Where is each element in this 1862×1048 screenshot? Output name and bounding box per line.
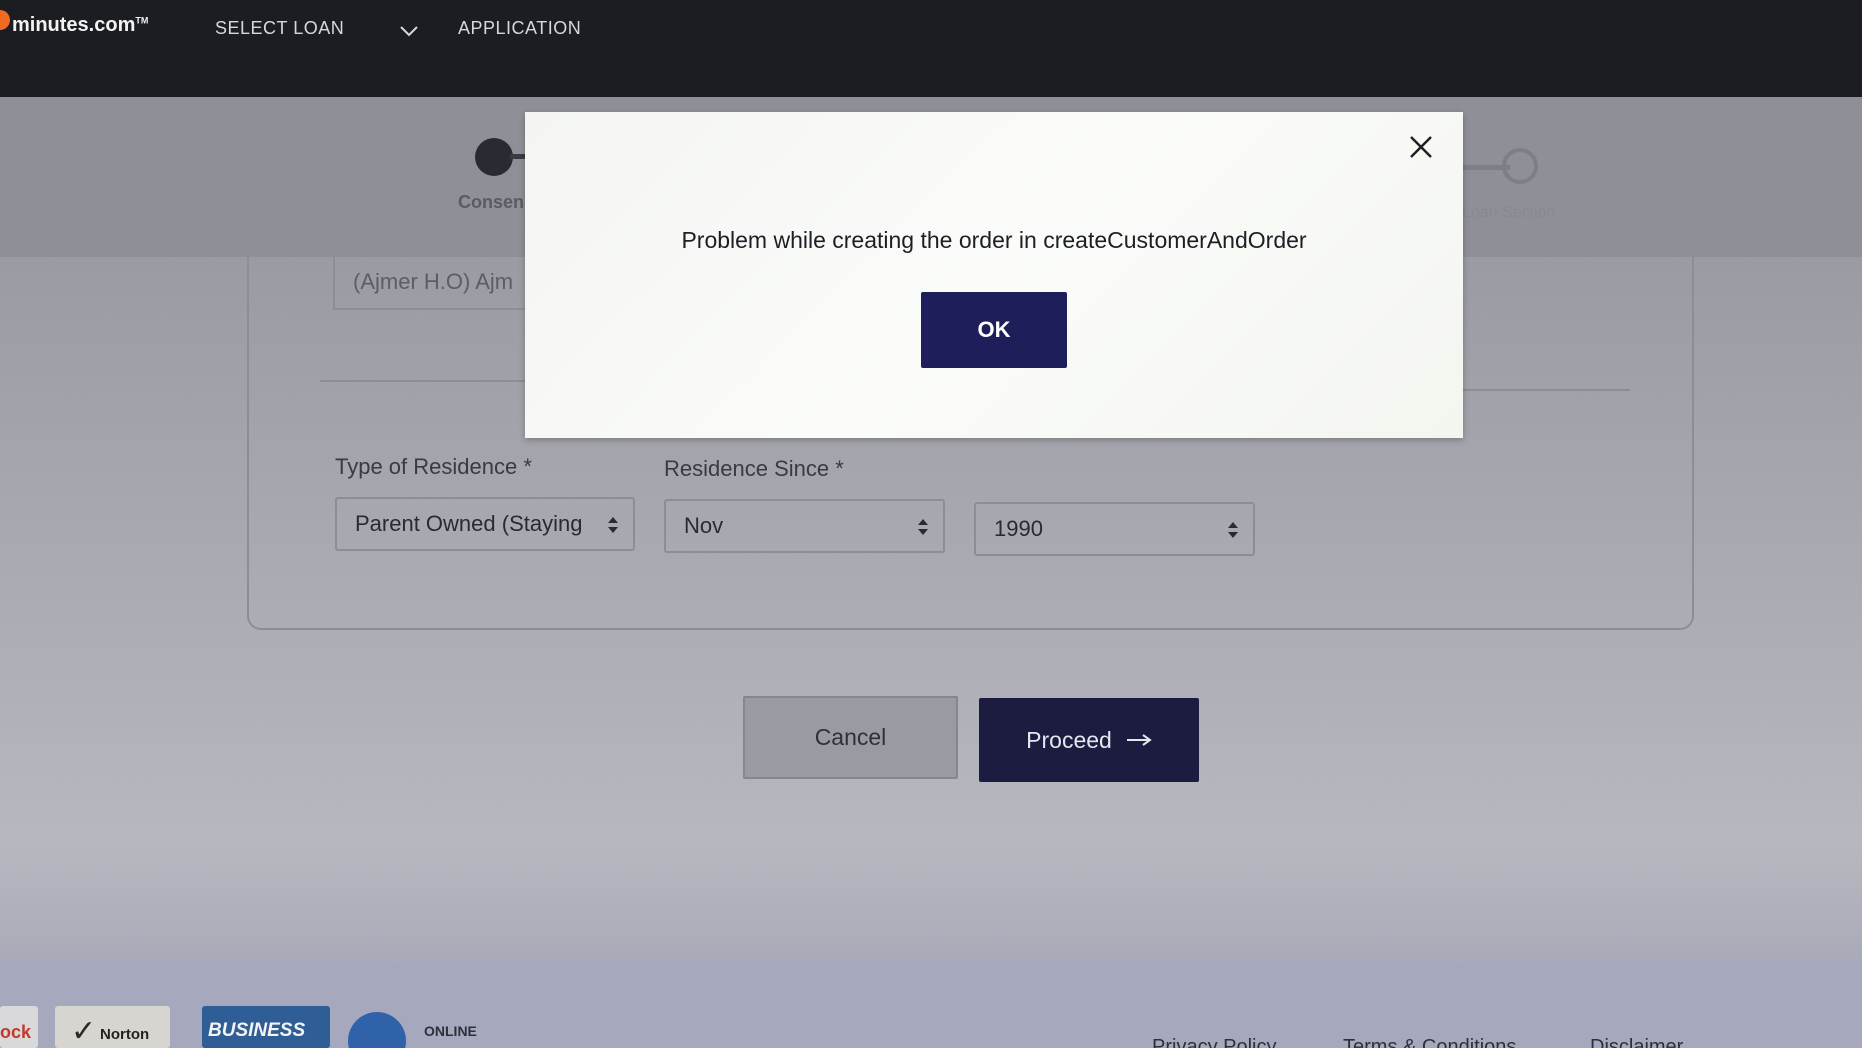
type-of-residence-select[interactable]: Parent Owned (Staying	[335, 497, 635, 551]
footer-link-privacy-policy[interactable]: Privacy Policy	[1152, 1036, 1276, 1048]
logo-trademark: TM	[135, 15, 149, 26]
residence-since-month-value: Nov	[684, 513, 724, 538]
proceed-button[interactable]: Proceed	[979, 698, 1199, 782]
nav-application[interactable]: APPLICATION	[458, 18, 581, 39]
cancel-button[interactable]: Cancel	[743, 696, 958, 779]
business-badge-text: BUSINESS	[208, 1020, 306, 1041]
lock-badge-text: ock	[0, 1022, 32, 1042]
select-updown-icon	[1228, 522, 1238, 538]
step-indicator-pending	[1502, 148, 1538, 184]
norton-secured-badge[interactable]: ✓ Norton	[55, 1006, 170, 1048]
nav-select-loan[interactable]: SELECT LOAN	[215, 18, 344, 39]
step-label-loan-section: Loan Section	[1462, 204, 1556, 221]
residence-since-label: Residence Since *	[664, 456, 844, 481]
proceed-button-label: Proceed	[1026, 726, 1112, 753]
checkmark-icon: ✓	[71, 1014, 97, 1048]
footer-link-disclaimer[interactable]: Disclaimer	[1590, 1036, 1683, 1048]
ok-button[interactable]: OK	[921, 292, 1067, 368]
site-logo[interactable]: minutes.comTM	[12, 14, 148, 37]
close-icon[interactable]	[1406, 132, 1436, 162]
logo-text: minutes.com	[12, 14, 136, 36]
select-updown-icon	[918, 519, 928, 535]
chevron-down-icon[interactable]	[398, 20, 420, 42]
online-badge-text: ONLINE	[424, 1023, 477, 1039]
ok-button-label: OK	[977, 317, 1011, 342]
step-label-consent: Consen	[458, 192, 525, 212]
cancel-button-label: Cancel	[814, 724, 887, 750]
type-of-residence-value: Parent Owned (Staying	[355, 511, 583, 536]
arrow-right-icon	[1126, 734, 1152, 746]
section-divider	[320, 380, 545, 382]
step-indicator-active	[475, 138, 513, 176]
select-updown-icon	[608, 517, 618, 533]
residence-since-year-value: 1990	[994, 516, 1043, 541]
address-value: (Ajmer H.O) Ajm	[353, 269, 514, 294]
footer-link-terms[interactable]: Terms & Conditions	[1343, 1036, 1516, 1048]
error-message: Problem while creating the order in crea…	[681, 227, 1307, 253]
top-navigation-bar: minutes.comTM SELECT LOAN APPLICATION	[0, 0, 1862, 97]
error-dialog: Problem while creating the order in crea…	[525, 112, 1463, 438]
residence-since-month-select[interactable]: Nov	[664, 499, 945, 553]
business-verified-badge[interactable]: BUSINESS	[202, 1006, 330, 1048]
security-lock-badge[interactable]: ock	[0, 1006, 38, 1048]
residence-since-year-select[interactable]: 1990	[974, 502, 1255, 556]
logo-dot-icon	[0, 10, 10, 30]
norton-badge-text: Norton	[100, 1026, 150, 1043]
type-of-residence-label: Type of Residence *	[335, 454, 532, 479]
section-divider	[1455, 389, 1630, 391]
